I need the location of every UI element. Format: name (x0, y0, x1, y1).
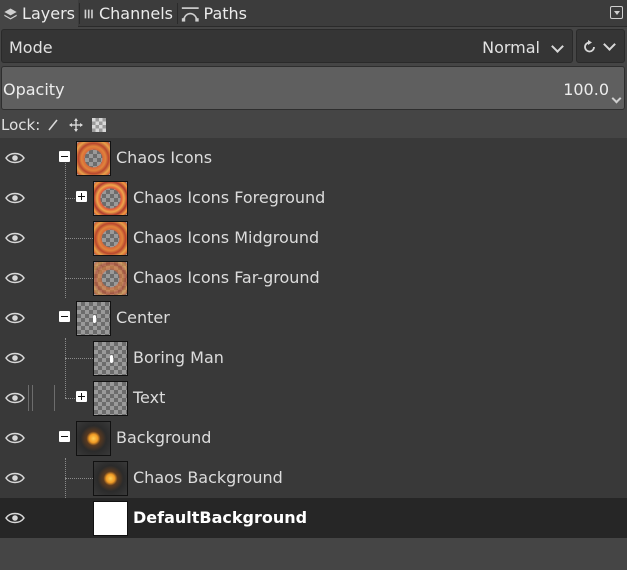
eye-icon[interactable] (5, 310, 25, 326)
lock-label: Lock: (1, 116, 41, 134)
reset-icon (584, 40, 595, 53)
mode-row: Mode Normal (0, 28, 627, 64)
eye-icon[interactable] (5, 350, 25, 366)
layer-row[interactable]: Center (0, 298, 627, 338)
paintbrush-icon[interactable] (46, 118, 60, 132)
eye-icon[interactable] (5, 390, 25, 406)
tab-paths[interactable]: Paths (178, 0, 250, 27)
layers-icon (4, 8, 17, 19)
eye-icon[interactable] (5, 190, 25, 206)
expand-toggle[interactable] (76, 191, 87, 202)
paths-icon (181, 6, 199, 22)
opacity-stepper[interactable] (610, 67, 624, 109)
opacity-spinscale[interactable]: Opacity 100.0 (1, 66, 625, 110)
chain-divider (26, 385, 56, 411)
layer-thumbnail (93, 261, 128, 296)
layer-row[interactable]: Background (0, 418, 627, 458)
expand-toggle[interactable] (76, 391, 87, 402)
mode-label: Mode (9, 38, 53, 57)
tab-channels-label: Channels (98, 4, 173, 23)
layer-row[interactable]: Text (0, 378, 627, 418)
composite-mode-button[interactable] (576, 29, 625, 63)
layer-thumbnail (93, 461, 128, 496)
layer-row[interactable]: Chaos Icons Midground (0, 218, 627, 258)
layer-thumbnail (93, 221, 128, 256)
layer-row[interactable]: Boring Man (0, 338, 627, 378)
layer-name[interactable]: DefaultBackground (133, 508, 307, 527)
layer-thumbnail (93, 341, 128, 376)
layer-name[interactable]: Text (133, 388, 165, 407)
channels-icon (84, 9, 93, 18)
layer-name[interactable]: Chaos Icons Foreground (133, 188, 325, 207)
eye-icon[interactable] (5, 470, 25, 486)
opacity-label: Opacity (3, 80, 65, 99)
layer-thumbnail (76, 421, 111, 456)
dock-tab-bar: Layers Channels Paths (0, 0, 627, 27)
checkerboard-icon[interactable] (92, 118, 107, 132)
lock-row: Lock: (0, 113, 627, 137)
panel-footer (0, 538, 627, 570)
layer-thumbnail (93, 181, 128, 216)
layer-name[interactable]: Chaos Icons Far-ground (133, 268, 320, 287)
layer-thumbnail (93, 501, 128, 536)
tab-channels[interactable]: Channels (80, 0, 176, 27)
layer-thumbnail (76, 141, 111, 176)
layer-thumbnail (76, 301, 111, 336)
layer-name[interactable]: Center (116, 308, 170, 327)
opacity-value: 100.0 (563, 80, 609, 99)
layer-thumbnail (93, 381, 128, 416)
mode-value: Normal (482, 38, 540, 57)
tab-menu-button[interactable] (610, 6, 623, 19)
eye-icon[interactable] (5, 150, 25, 166)
layer-name[interactable]: Boring Man (133, 348, 224, 367)
tab-layers-label: Layers (22, 4, 75, 23)
tab-layers[interactable]: Layers (0, 0, 78, 27)
layer-row[interactable]: Chaos Icons Far-ground (0, 258, 627, 298)
layer-name[interactable]: Background (116, 428, 211, 447)
layer-row[interactable]: Chaos Background (0, 458, 627, 498)
mode-dropdown[interactable]: Mode Normal (1, 29, 573, 63)
layer-name[interactable]: Chaos Icons (116, 148, 212, 167)
move-icon[interactable] (69, 118, 84, 132)
layer-row[interactable]: Chaos Icons Foreground (0, 178, 627, 218)
layers-list[interactable]: Chaos Icons Chaos Icons Foreground Chaos… (0, 138, 627, 538)
eye-icon[interactable] (5, 430, 25, 446)
eye-icon[interactable] (5, 230, 25, 246)
layer-name[interactable]: Chaos Icons Midground (133, 228, 319, 247)
layer-row[interactable]: Chaos Icons (0, 138, 627, 178)
layer-row-selected[interactable]: DefaultBackground (0, 498, 627, 538)
layer-name[interactable]: Chaos Background (133, 468, 283, 487)
collapse-toggle[interactable] (59, 311, 70, 322)
collapse-toggle[interactable] (59, 431, 70, 442)
chevron-down-icon (551, 40, 564, 53)
tab-paths-label: Paths (203, 4, 247, 23)
chevron-down-icon (611, 93, 622, 104)
collapse-toggle[interactable] (59, 151, 70, 162)
eye-icon[interactable] (5, 270, 25, 286)
chevron-down-icon (603, 38, 616, 51)
eye-icon[interactable] (5, 510, 25, 526)
